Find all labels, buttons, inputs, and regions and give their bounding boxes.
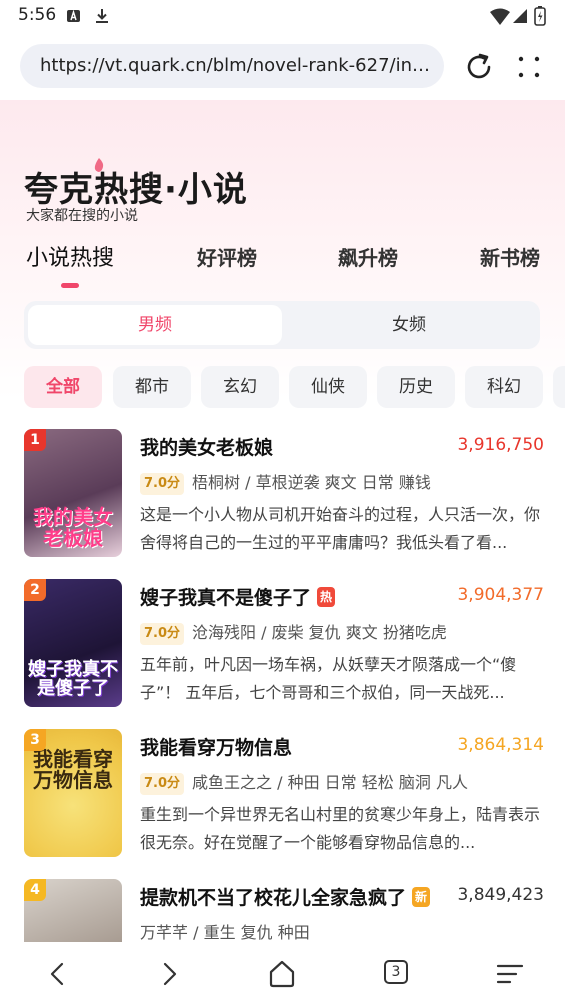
download-icon (96, 9, 108, 23)
rating-badge: 7.0分 (140, 473, 185, 495)
tab-hot-search[interactable]: 小说热搜 (26, 240, 114, 272)
book-cover[interactable]: 我能看穿万物信息 3 (24, 729, 122, 857)
book-title[interactable]: 嫂子我真不是傻子了热 (140, 583, 336, 610)
book-meta: 7.0分 咸鱼王之之 / 种田 日常 轻松 脑洞 凡人 (140, 769, 468, 795)
cover-title: 我能看穿万物信息 (33, 747, 113, 792)
keyboard-icon (67, 9, 80, 22)
tabs-button[interactable]: 3 (384, 960, 408, 984)
tab-rising[interactable]: 飙升榜 (338, 242, 398, 271)
rank-badge: 3 (24, 729, 46, 751)
book-hot-score: 3,849,423 (457, 885, 544, 905)
tab-new-books[interactable]: 新书榜 (480, 242, 540, 271)
reload-icon[interactable] (462, 50, 496, 84)
book-meta: 7.0分 沧海残阳 / 废柴 复仇 爽文 扮猪吃虎 (140, 619, 447, 645)
book-item[interactable]: 嫂子我真不是傻子了 2 嫂子我真不是傻子了热 3,904,377 7.0分 沧海残… (24, 579, 544, 711)
browser-toolbar: https://vt.quark.cn/blm/novel-rank-627/i… (0, 34, 565, 100)
book-hot-score: 3,864,314 (457, 735, 544, 755)
hot-tag: 热 (317, 587, 336, 607)
category-chips: 全部 都市 玄幻 仙侠 历史 科幻 (24, 366, 565, 410)
book-meta: 7.0分 梧桐树 / 草根逆袭 爽文 日常 赚钱 (140, 469, 431, 495)
rank-badge: 2 (24, 579, 46, 601)
tab-top-rated[interactable]: 好评榜 (197, 242, 257, 271)
rank-badge: 1 (24, 429, 46, 451)
book-description: 重生到一个异世界无名山村里的贫寒少年身上，陆青表示很无奈。好在觉醒了一个能够看穿… (140, 805, 541, 852)
book-cover[interactable]: 嫂子我真不是傻子了 2 (24, 579, 122, 707)
rank-badge: 4 (24, 879, 46, 901)
book-item[interactable]: 我的美女老板娘 1 我的美女老板娘 3,916,750 7.0分 梧桐树 / 草根… (24, 429, 544, 561)
battery-icon (534, 6, 546, 26)
chip-more[interactable] (553, 366, 565, 408)
rank-tabs: 小说热搜 好评榜 飙升榜 新书榜 (0, 240, 565, 290)
home-icon[interactable] (266, 958, 298, 990)
gender-female[interactable]: 女频 (282, 305, 536, 345)
book-title[interactable]: 提款机不当了校花儿全家急疯了新 (140, 883, 431, 910)
more-icon[interactable] (514, 52, 544, 82)
rating-badge: 7.0分 (140, 773, 185, 795)
url-text[interactable]: https://vt.quark.cn/blm/novel-rank-627/i… (40, 55, 430, 76)
book-cover[interactable]: 我的美女老板娘 1 (24, 429, 122, 557)
gender-male[interactable]: 男频 (28, 305, 282, 345)
book-description: 五年前，叶凡因一场车祸，从妖孽天才陨落成一个“傻子”！ 五年后，七个哥哥和三个叔… (140, 655, 517, 702)
book-title[interactable]: 我能看穿万物信息 (140, 733, 292, 760)
book-item[interactable]: 4 提款机不当了校花儿全家急疯了新 3,849,423 万芊芊 / 重生 复仇 … (24, 879, 544, 942)
browser-nav-bar: 3 (0, 942, 565, 1004)
status-time: 5:56 (18, 5, 57, 25)
rating-badge: 7.0分 (140, 623, 185, 645)
chip-xianxia[interactable]: 仙侠 (289, 366, 367, 408)
book-hot-score: 3,916,750 (457, 435, 544, 455)
book-hot-score: 3,904,377 (457, 585, 544, 605)
book-cover[interactable]: 4 (24, 879, 122, 942)
flame-icon (94, 158, 104, 172)
status-bar: 5:56 (0, 0, 565, 34)
forward-icon[interactable] (153, 958, 185, 990)
cover-title: 嫂子我真不是傻子了 (28, 659, 118, 699)
signal-icon (513, 9, 527, 23)
tab-indicator (61, 283, 79, 288)
chip-fantasy[interactable]: 玄幻 (201, 366, 279, 408)
wifi-icon (490, 8, 510, 25)
chip-history[interactable]: 历史 (377, 366, 455, 408)
cover-title: 我的美女老板娘 (33, 505, 113, 550)
chip-scifi[interactable]: 科幻 (465, 366, 543, 408)
chip-all[interactable]: 全部 (24, 366, 102, 408)
book-item[interactable]: 我能看穿万物信息 3 我能看穿万物信息 3,864,314 7.0分 咸鱼王之之 … (24, 729, 544, 861)
book-title[interactable]: 我的美女老板娘 (140, 433, 273, 460)
new-tag: 新 (412, 887, 431, 907)
book-description: 这是一个小人物从司机开始奋斗的过程，人只活一次，你舍得将自己的一生过的平平庸庸吗… (140, 505, 541, 552)
back-icon[interactable] (42, 958, 74, 990)
page-content: 夸克热搜·小说 大家都在搜的小说 小说热搜 好评榜 飙升榜 新书榜 男频 女频 … (0, 100, 565, 942)
chip-urban[interactable]: 都市 (113, 366, 191, 408)
page-subtitle: 大家都在搜的小说 (26, 208, 138, 224)
gender-switch: 男频 女频 (24, 301, 540, 349)
page-title: 夸克热搜·小说 (24, 170, 248, 210)
menu-icon[interactable] (494, 958, 526, 990)
address-bar[interactable]: https://vt.quark.cn/blm/novel-rank-627/i… (20, 44, 444, 88)
book-meta: 万芊芊 / 重生 复仇 种田 (140, 923, 310, 942)
